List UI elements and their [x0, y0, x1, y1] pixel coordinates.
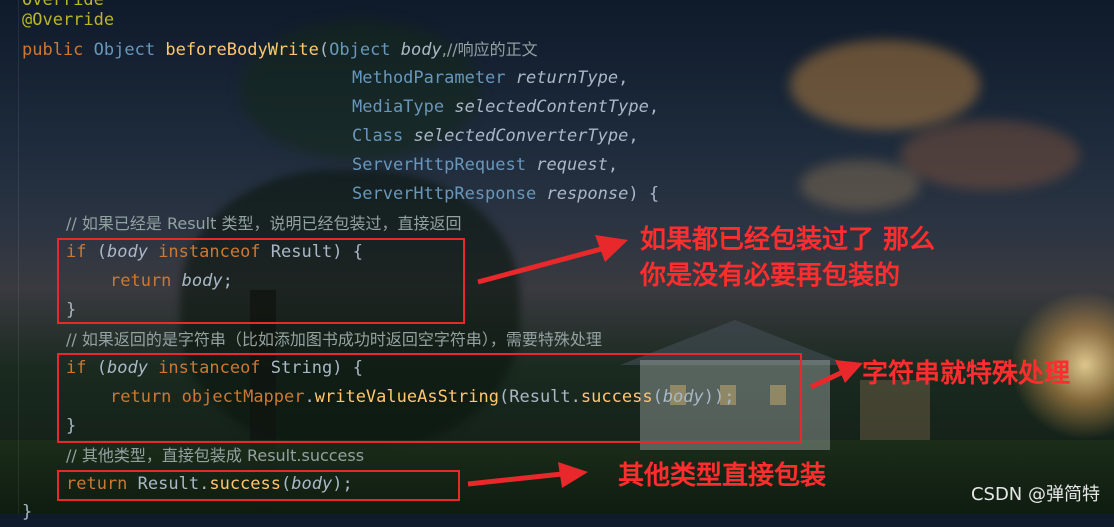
param-type: Object	[329, 40, 391, 60]
editor-gutter	[18, 0, 19, 514]
annotation-note-1-line-1: 如果都已经包装过了 那么	[640, 225, 936, 255]
cloud	[800, 160, 920, 210]
param-name: selectedContentType	[454, 97, 649, 117]
param-name: body	[400, 40, 442, 60]
highlight-box-final-return	[57, 470, 460, 501]
method-name: beforeBodyWrite	[165, 40, 319, 60]
code-line-param: ServerHttpResponse response) {	[352, 180, 659, 209]
comment-text: // 其他类型，直接包装成 Result.success	[66, 446, 365, 465]
param-type: ServerHttpResponse	[352, 184, 537, 204]
annotation-note-1-line-2: 你是没有必要再包装的	[640, 261, 901, 291]
csdn-watermark: CSDN @弹简特	[970, 484, 1100, 505]
arrow-icon	[467, 462, 588, 488]
code-line-signature: public Object beforeBodyWrite(Object bod…	[22, 35, 538, 64]
code-line-param: MethodParameter returnType,	[352, 68, 629, 88]
keyword-public: public	[22, 40, 84, 60]
highlight-box-result-check	[57, 238, 465, 324]
param-name: request	[536, 155, 608, 175]
param-type: Class	[352, 126, 404, 146]
param-name: selectedConverterType	[413, 126, 629, 146]
code-comment: // 如果已经是 Result 类型，说明已经包装过，直接返回	[66, 209, 461, 238]
code-line-annotation: @Override	[22, 6, 114, 35]
open-paren: (	[318, 40, 330, 60]
return-type: Object	[93, 40, 156, 60]
param-name: response	[546, 184, 629, 204]
annotation-note-2: 字符串就特殊处理	[862, 359, 1071, 389]
cloud	[790, 40, 980, 130]
code-comment: // 其他类型，直接包装成 Result.success	[66, 441, 364, 470]
annotation-note-3: 其他类型直接包装	[618, 461, 827, 491]
comment-text: // 如果已经是 Result 类型，说明已经包装过，直接返回	[66, 214, 462, 233]
close-brace: }	[22, 502, 33, 522]
arrow-icon	[477, 235, 628, 285]
param-type: ServerHttpRequest	[352, 155, 526, 175]
code-line-close: }	[22, 498, 32, 527]
override-annotation: @Override	[22, 10, 115, 30]
param-type: MethodParameter	[352, 68, 506, 88]
highlight-box-string-check	[57, 353, 802, 443]
param-name: returnType	[515, 68, 619, 88]
comment-text: // 如果返回的是字符串（比如添加图书成功时返回空字符串），需要特殊处理	[66, 330, 602, 349]
code-line-param: ServerHttpRequest request,	[352, 155, 619, 175]
code-line-param: Class selectedConverterType,	[352, 126, 639, 146]
cloud	[900, 120, 1080, 190]
arrow-icon	[809, 360, 863, 390]
param-comment: ,//响应的正文	[441, 40, 538, 59]
code-comment: // 如果返回的是字符串（比如添加图书成功时返回空字符串），需要特殊处理	[66, 325, 602, 354]
open-brace: ) {	[628, 184, 660, 204]
code-line-param: MediaType selectedContentType,	[352, 97, 660, 117]
param-type: MediaType	[352, 97, 445, 117]
